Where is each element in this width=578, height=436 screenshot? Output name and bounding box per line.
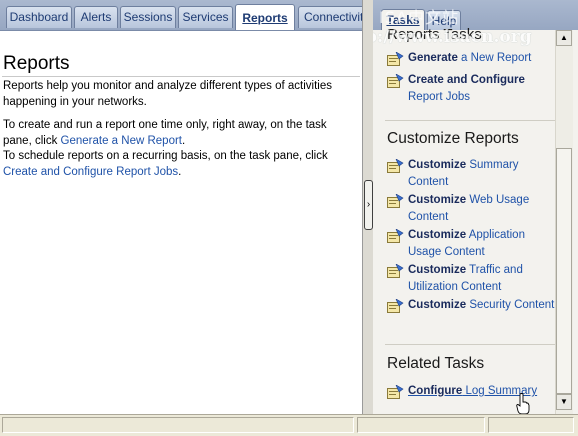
customize-application-usage-task-verb: Customize [408, 229, 467, 241]
hand-pointer-icon [516, 393, 530, 415]
instruction-schedule-period: . [178, 165, 182, 178]
customize-task-icon [387, 229, 404, 243]
customize-reports-heading: Customize Reports [387, 130, 519, 147]
configure-log-summary-task-verb: Configure [408, 385, 463, 397]
description-text: Reports help you monitor and analyze dif… [3, 80, 332, 108]
tab-bar: Dashboard Alerts Sessions Services Repor… [0, 0, 362, 31]
generate-report-task-object: a New Report [457, 52, 532, 64]
related-tasks-heading: Related Tasks [387, 355, 485, 372]
tab-alerts[interactable]: Alerts [74, 6, 118, 28]
instruction-text: To create and run a report one time only… [3, 118, 353, 180]
report-task-icon [387, 52, 404, 66]
customize-task-icon [387, 299, 404, 313]
scroll-up-button[interactable]: ▲ [556, 30, 572, 46]
scroll-down-button[interactable]: ▼ [556, 394, 572, 410]
instruction-schedule-text: To schedule reports on a recurring basis… [3, 150, 328, 162]
title-divider [2, 76, 360, 77]
configure-log-summary-task-label: Configure Log Summary [408, 383, 558, 400]
customize-summary-task[interactable]: Customize Summary Content [387, 157, 563, 191]
tab-dashboard[interactable]: Dashboard [6, 6, 72, 28]
status-bar [0, 414, 578, 436]
arrow-down-icon: ▼ [560, 397, 568, 406]
customize-task-icon [387, 264, 404, 278]
scroll-thumb[interactable] [556, 148, 572, 394]
customize-application-usage-task-label: Customize Application Usage Content [408, 227, 558, 260]
section-divider [385, 120, 561, 121]
tab-sessions[interactable]: Sessions [120, 6, 176, 28]
task-pane-scrollbar[interactable]: ▲ ▼ [555, 30, 573, 414]
generate-report-task-label: Generate a New Report [408, 50, 558, 67]
create-report-jobs-link[interactable]: Create and Configure Report Jobs [3, 166, 178, 178]
customize-web-usage-task-label: Customize Web Usage Content [408, 192, 558, 225]
customize-traffic-task[interactable]: Customize Traffic and Utilization Conten… [387, 262, 563, 296]
create-report-jobs-task[interactable]: Create and Configure Report Jobs [387, 72, 563, 106]
customize-traffic-task-verb: Customize [408, 264, 467, 276]
customize-security-task[interactable]: Customize Security Content [387, 297, 563, 331]
customize-application-usage-task[interactable]: Customize Application Usage Content [387, 227, 563, 261]
generate-report-task[interactable]: Generate a New Report [387, 50, 563, 68]
create-report-jobs-task-verb: Create and Configure [408, 74, 525, 86]
details-pane: Dashboard Alerts Sessions Services Repor… [0, 0, 362, 414]
status-panel [488, 417, 574, 433]
customize-security-task-verb: Customize [408, 299, 467, 311]
status-panel [2, 417, 354, 433]
task-pane: Tasks Help ISA中文站 Reports Tasks http://w… [373, 0, 578, 414]
customize-task-icon [387, 194, 404, 208]
tab-connectivity[interactable]: Connectivity [298, 6, 362, 28]
page-title: Reports [3, 53, 70, 74]
generate-report-link[interactable]: Generate a New Report [61, 135, 182, 147]
customize-summary-task-label: Customize Summary Content [408, 157, 558, 190]
customize-web-usage-task[interactable]: Customize Web Usage Content [387, 192, 563, 226]
customize-task-icon [387, 159, 404, 173]
chevron-right-icon: › [366, 199, 371, 210]
generate-report-task-verb: Generate [408, 52, 458, 64]
pane-splitter[interactable]: › [362, 0, 373, 414]
create-report-jobs-task-object: Report Jobs [408, 90, 471, 103]
watermark-url: http://www.isacn.org [373, 27, 532, 47]
section-divider [385, 344, 561, 345]
customize-security-task-object: Security Content [466, 299, 555, 311]
customize-summary-task-verb: Customize [408, 159, 467, 171]
customize-traffic-task-label: Customize Traffic and Utilization Conten… [408, 262, 558, 295]
arrow-up-icon: ▲ [560, 33, 568, 42]
status-panel [357, 417, 485, 433]
watermark-logo-text: ISA中文站 [379, 8, 460, 27]
report-task-icon [387, 74, 404, 88]
instruction-one-time-period: . [181, 134, 186, 147]
create-report-jobs-task-label: Create and Configure Report Jobs [408, 72, 558, 105]
tab-services[interactable]: Services [178, 6, 233, 28]
collapse-pane-button[interactable]: › [364, 180, 373, 230]
customize-security-task-label: Customize Security Content [408, 297, 558, 314]
configure-task-icon [387, 385, 404, 399]
configure-log-summary-task[interactable]: Configure Log Summary [387, 383, 563, 401]
customize-web-usage-task-verb: Customize [408, 194, 467, 206]
tab-reports[interactable]: Reports [235, 4, 295, 30]
